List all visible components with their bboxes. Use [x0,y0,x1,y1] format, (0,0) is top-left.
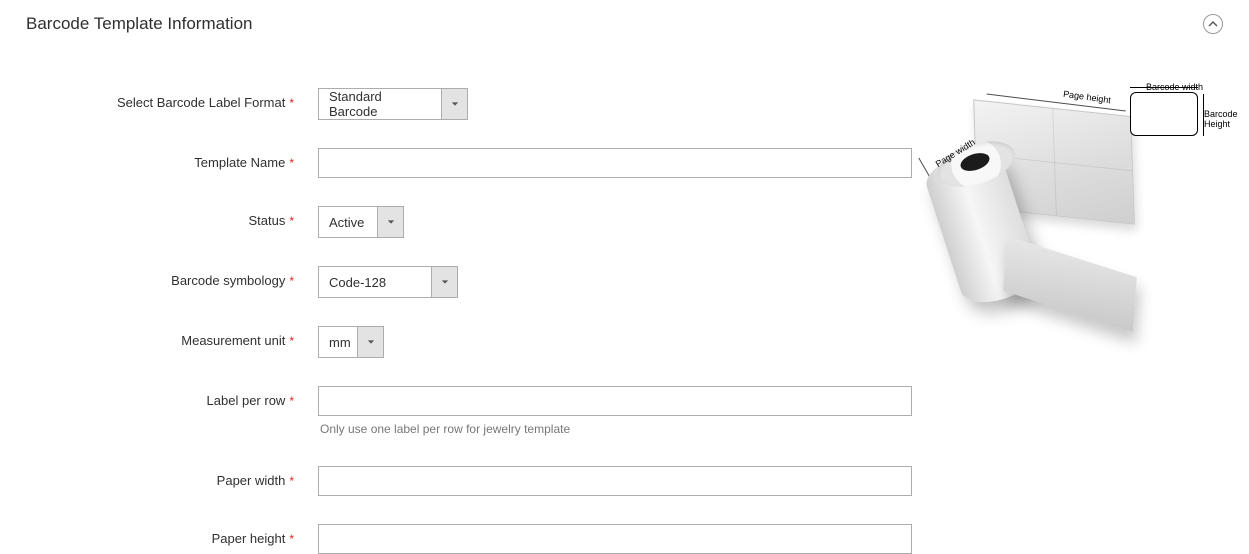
input-paper-height[interactable] [318,524,912,554]
field-status: Status* Active [20,206,912,238]
fieldset-header: Barcode Template Information [0,0,1249,48]
barcode-box-icon [1130,92,1198,136]
dropdown-toggle[interactable] [431,267,457,297]
label-barcode-format: Select Barcode Label Format* [20,88,318,110]
label-paper-width: Paper width* [20,466,318,488]
roll-tail-icon [1003,236,1137,332]
form-fields: Select Barcode Label Format* Standard Ba… [20,88,912,554]
field-paper-width: Paper width* [20,466,912,496]
label-label-per-row: Label per row* [20,386,318,408]
caret-down-icon [387,218,395,226]
field-barcode-format: Select Barcode Label Format* Standard Ba… [20,88,912,120]
input-template-name[interactable] [318,148,912,178]
select-symbology-value: Code-128 [319,267,431,297]
label-symbology: Barcode symbology* [20,266,318,288]
dropdown-toggle[interactable] [357,327,383,357]
select-symbology[interactable]: Code-128 [318,266,458,298]
field-paper-height: Paper height* [20,524,912,554]
label-measurement-unit: Measurement unit* [20,326,318,348]
label-status: Status* [20,206,318,228]
note-label-per-row: Only use one label per row for jewelry t… [320,422,912,436]
select-barcode-format-value: Standard Barcode [319,89,441,119]
select-status-value: Active [319,207,377,237]
select-barcode-format[interactable]: Standard Barcode [318,88,468,120]
dropdown-toggle[interactable] [377,207,403,237]
fieldset-title: Barcode Template Information [26,14,252,34]
dropdown-toggle[interactable] [441,89,467,119]
field-measurement-unit: Measurement unit* mm [20,326,912,358]
select-measurement-unit-value: mm [319,327,357,357]
field-template-name: Template Name* [20,148,912,178]
dim-barcode-width: Barcode width [1146,82,1203,92]
select-measurement-unit[interactable]: mm [318,326,384,358]
caret-down-icon [367,338,375,346]
input-paper-width[interactable] [318,466,912,496]
dim-barcode-height: Barcode Height [1204,110,1238,130]
select-status[interactable]: Active [318,206,404,238]
chevron-up-icon [1208,19,1218,29]
roll-illustration [930,98,1150,328]
field-label-per-row: Label per row* Only use one label per ro… [20,386,912,456]
caret-down-icon [451,100,459,108]
form-body: Select Barcode Label Format* Standard Ba… [0,48,1249,554]
input-label-per-row[interactable] [318,386,912,416]
caret-down-icon [441,278,449,286]
label-template-name: Template Name* [20,148,318,170]
collapse-toggle[interactable] [1203,14,1223,34]
field-symbology: Barcode symbology* Code-128 [20,266,912,298]
label-roll-diagram: Page width Page height Barcode width Bar… [930,88,1230,328]
label-paper-height: Paper height* [20,524,318,546]
